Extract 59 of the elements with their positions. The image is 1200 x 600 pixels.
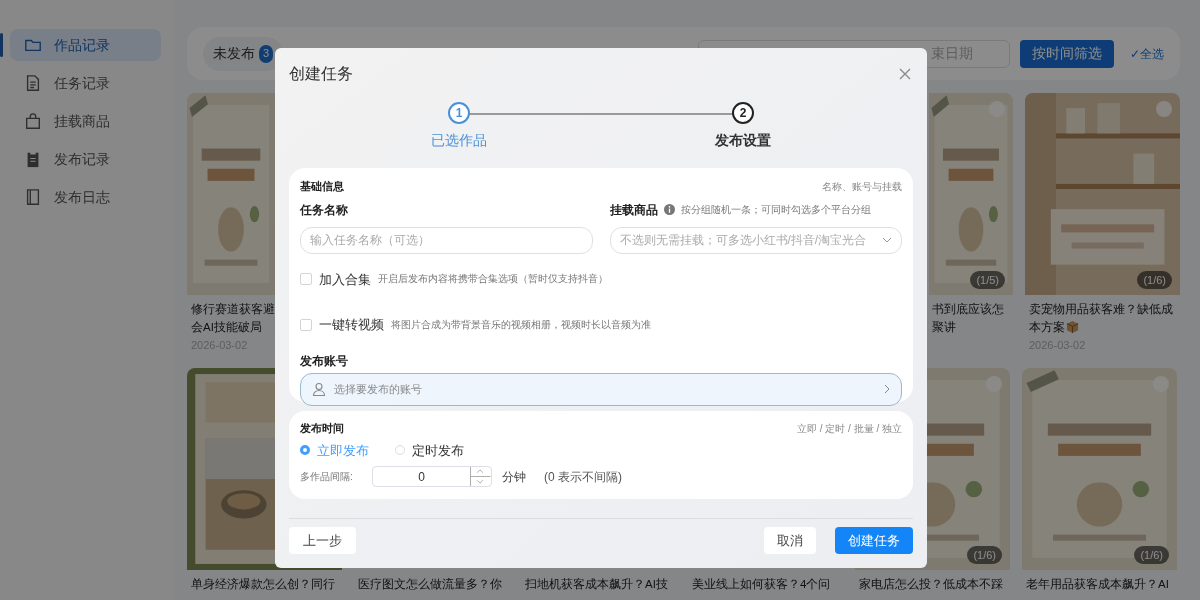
interval-note: (0 表示不间隔) (544, 468, 622, 486)
field-label: 挂载商品 (609, 201, 658, 219)
close-icon (899, 68, 911, 80)
status-tab[interactable]: 未发布 3 (203, 36, 284, 71)
field-label: 任务名称 (300, 201, 348, 219)
card-title: 美业线上如何获客？4个问 (692, 578, 831, 590)
goods-select[interactable]: 不选则无需挂载；可多选小红书/抖音/淘宝光合 (609, 226, 902, 254)
book-icon (24, 188, 42, 206)
cancel-button[interactable]: 取消 (764, 527, 816, 554)
checkbox-label: 加入合集 (319, 270, 371, 289)
create-task-button[interactable]: 创建任务 (835, 527, 913, 554)
back-button[interactable]: 上一步 (289, 527, 356, 554)
card-title: 家电店怎么投？低成本不踩 (859, 578, 1003, 590)
card-title: 老年用品获客成本飙升？AI (1026, 578, 1169, 590)
unit-label: 分钟 (502, 468, 526, 486)
card-title: 医疗图文怎么做流量多？你 (358, 578, 502, 590)
stepper-icon (470, 467, 491, 486)
count-badge: 3 (259, 44, 274, 63)
section-heading: 基础信息 (300, 179, 344, 194)
chevron-down-icon (882, 237, 892, 243)
card-title: 卖宠物用品获客难？缺低成 本方案 (1029, 303, 1173, 333)
sidebar-item[interactable]: 发布日志 (10, 181, 161, 213)
interval-input-field[interactable]: 0 (372, 466, 492, 487)
checkbox[interactable] (300, 273, 312, 286)
user-icon (312, 382, 326, 396)
sidebar-item[interactable]: 发布记录 (10, 143, 161, 175)
radio-option[interactable]: 定时发布 (395, 440, 464, 460)
step-label: 已选作品 (431, 131, 487, 150)
section-heading: 发布时间 (300, 421, 344, 436)
card-title: 书到底应该怎 聚讲 (932, 303, 1004, 333)
option-hint: 开启后发布内容将携带合集选项（暂时仅支持抖音） (378, 272, 608, 287)
field-label: 发布账号 (300, 352, 349, 370)
field-hint: 按分组随机一条；可同时勾选多个平台分组 (680, 203, 871, 217)
sidebar-item[interactable]: 任务记录 (10, 67, 161, 99)
option-hint: 将图片合成为带背景音乐的视频相册，视频时长以音频为准 (391, 317, 651, 332)
account-select[interactable]: 选择要发布的账号 (300, 372, 902, 406)
sidebar-item[interactable]: 作品记录 (10, 29, 161, 61)
field-label: 多作品间隔: (300, 470, 354, 484)
active-indicator (0, 33, 3, 57)
card-title: 单身经济爆款怎么创？同行 (191, 578, 335, 590)
document-icon (24, 74, 42, 92)
checkbox[interactable] (300, 318, 312, 331)
card-title: 扫地机获客成本飙升？AI技 (525, 578, 668, 590)
checkbox-label: 一键转视频 (319, 316, 384, 334)
select-all-link[interactable]: ✓全选 (1130, 44, 1164, 63)
name-input-field[interactable]: 输入任务名称（可选） (300, 226, 593, 254)
sidebar-item[interactable]: 挂载商品 (10, 105, 161, 137)
step-label: 发布设置 (715, 131, 771, 150)
card-title: 修行赛道获客避 会AI技能破局 (191, 303, 275, 333)
filter-button[interactable]: 按时间筛选 (1020, 39, 1114, 68)
section-hint: 立即 / 定时 / 批量 / 独立 (797, 421, 902, 436)
radio-option[interactable]: 立即发布 (300, 440, 369, 460)
bag-icon (24, 112, 42, 130)
chevron-right-icon (884, 384, 890, 394)
step-number: 2 (732, 102, 754, 124)
dialog-title: 创建任务 (289, 64, 353, 84)
info-icon (663, 204, 675, 215)
step-number: 1 (448, 102, 470, 124)
section-hint: 名称、账号与挂载 (822, 179, 902, 194)
